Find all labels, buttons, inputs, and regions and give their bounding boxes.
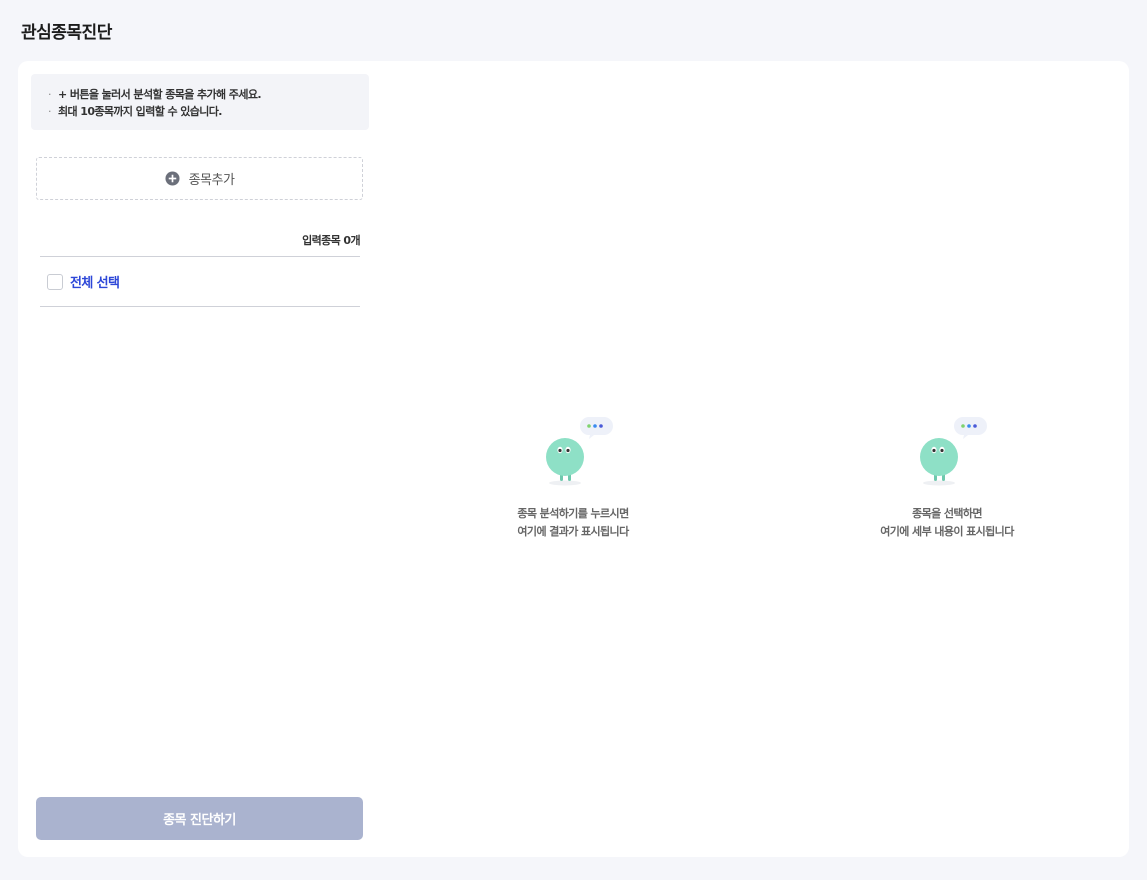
stock-count: 입력종목 0개 <box>302 234 360 247</box>
empty-message: 종목을 선택하면 여기에 세부 내용이 표시됩니다 <box>847 505 1047 541</box>
detail-empty-state: 종목을 선택하면 여기에 세부 내용이 표시됩니다 <box>847 413 1047 541</box>
empty-message: 종목 분석하기를 누르시면 여기에 결과가 표시됩니다 <box>473 505 673 541</box>
empty-message-line: 여기에 세부 내용이 표시됩니다 <box>880 525 1014 538</box>
notice-box: · + 버튼을 눌러서 분석할 종목을 추가해 주세요. · 최대 10종목까지 입… <box>31 74 369 130</box>
diagnose-button[interactable]: 종목 진단하기 <box>36 797 363 840</box>
bullet-dot: · <box>48 105 52 118</box>
character-speech-bubble-icon <box>546 417 613 486</box>
empty-message-line: 종목을 선택하면 <box>912 507 982 520</box>
add-stock-button[interactable]: 종목추가 <box>36 157 363 200</box>
main-card: · + 버튼을 눌러서 분석할 종목을 추가해 주세요. · 최대 10종목까지 입… <box>18 61 1129 857</box>
select-all-row[interactable]: 전체 선택 <box>40 256 360 307</box>
select-all-label[interactable]: 전체 선택 <box>70 272 120 291</box>
bullet-dot: · <box>48 88 52 101</box>
notice-text: 최대 10종목까지 입력할 수 있습니다. <box>58 105 222 118</box>
result-empty-state: 종목 분석하기를 누르시면 여기에 결과가 표시됩니다 <box>473 413 673 541</box>
empty-message-line: 여기에 결과가 표시됩니다 <box>517 525 629 538</box>
empty-message-line: 종목 분석하기를 누르시면 <box>517 507 629 520</box>
notice-line: · + 버튼을 눌러서 분석할 종목을 추가해 주세요. <box>48 86 369 103</box>
plus-circle-icon <box>165 171 180 186</box>
character-speech-bubble-icon <box>920 417 987 486</box>
select-all-checkbox[interactable] <box>47 273 63 290</box>
notice-line: · 최대 10종목까지 입력할 수 있습니다. <box>48 103 369 120</box>
add-stock-label: 종목추가 <box>188 173 235 188</box>
page-title: 관심종목진단 <box>21 23 112 43</box>
notice-text: + 버튼을 눌러서 분석할 종목을 추가해 주세요. <box>58 88 262 101</box>
